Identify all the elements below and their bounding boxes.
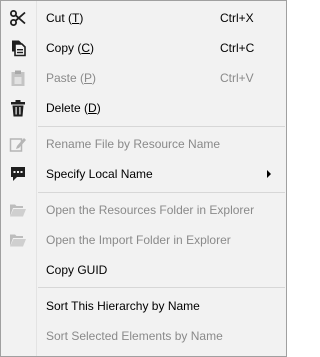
folder-open-icon bbox=[9, 231, 27, 249]
menu-item-label: Open the Import Folder in Explorer bbox=[46, 233, 231, 247]
context-menu: Cut (T) Ctrl+X Copy (C) Ctrl+C Paste (P)… bbox=[0, 0, 287, 357]
scissors-icon bbox=[9, 9, 27, 27]
menu-item-label: Specify Local Name bbox=[46, 167, 153, 181]
menu-item-open-resources-folder[interactable]: Open the Resources Folder in Explorer bbox=[1, 198, 286, 222]
menu-item-label: Cut (T) bbox=[46, 11, 84, 25]
menu-item-label: Open the Resources Folder in Explorer bbox=[46, 203, 255, 217]
menu-item-copy-guid[interactable]: Copy GUID bbox=[1, 258, 286, 282]
menu-item-label: Sort This Hierarchy by Name bbox=[46, 299, 200, 313]
menu-item-delete[interactable]: Delete (D) bbox=[1, 96, 286, 120]
menu-separator bbox=[38, 287, 285, 288]
menu-item-rename-file[interactable]: Rename File by Resource Name bbox=[1, 132, 286, 156]
menu-item-sort-selected[interactable]: Sort Selected Elements by Name bbox=[1, 324, 286, 348]
shortcut-text: Ctrl+C bbox=[220, 41, 255, 55]
shortcut-text: Ctrl+X bbox=[220, 11, 254, 25]
menu-item-label: Sort Selected Elements by Name bbox=[46, 329, 223, 343]
menu-item-specify-local-name[interactable]: Specify Local Name bbox=[1, 162, 286, 186]
shortcut-text: Ctrl+V bbox=[220, 71, 254, 85]
trash-icon bbox=[9, 99, 27, 117]
menu-item-label: Paste (P) bbox=[46, 71, 97, 85]
menu-item-copy[interactable]: Copy (C) Ctrl+C bbox=[1, 36, 286, 60]
menu-item-paste[interactable]: Paste (P) Ctrl+V bbox=[1, 66, 286, 90]
menu-item-label: Delete (D) bbox=[46, 101, 101, 115]
menu-item-sort-hierarchy[interactable]: Sort This Hierarchy by Name bbox=[1, 294, 286, 318]
menu-separator bbox=[38, 126, 285, 127]
clipboard-icon bbox=[9, 69, 27, 87]
copy-icon bbox=[9, 39, 27, 57]
menu-item-label: Copy (C) bbox=[46, 41, 95, 55]
menu-item-label: Copy GUID bbox=[46, 263, 108, 277]
menu-item-cut[interactable]: Cut (T) Ctrl+X bbox=[1, 6, 286, 30]
menu-separator bbox=[38, 192, 285, 193]
menu-item-label: Rename File by Resource Name bbox=[46, 137, 221, 151]
submenu-arrow-icon bbox=[267, 170, 271, 178]
speech-bubble-icon bbox=[9, 165, 27, 183]
rename-icon bbox=[9, 135, 27, 153]
menu-item-open-import-folder[interactable]: Open the Import Folder in Explorer bbox=[1, 228, 286, 252]
folder-open-icon bbox=[9, 201, 27, 219]
